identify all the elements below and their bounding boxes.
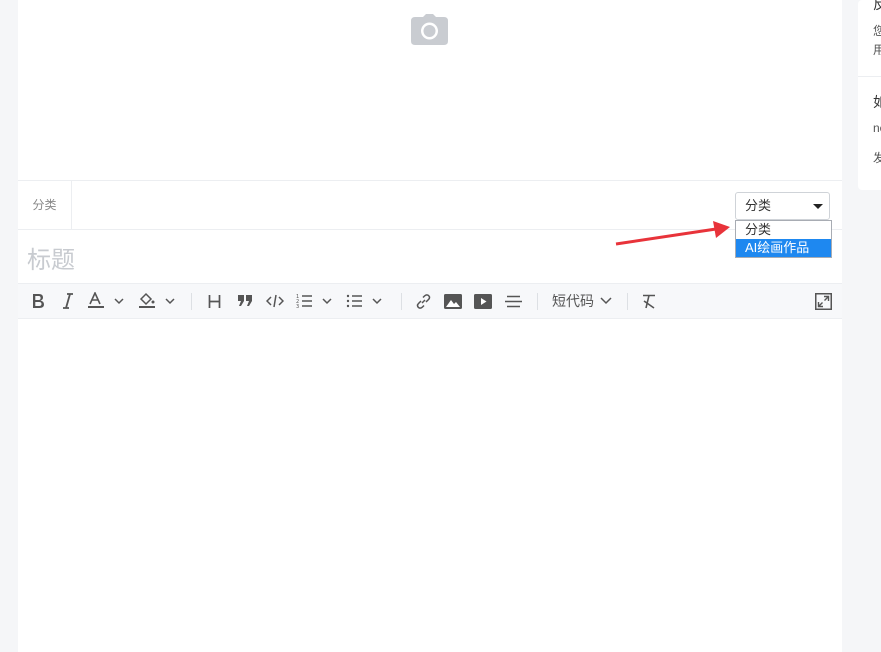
bold-button[interactable] — [28, 284, 48, 318]
divider-icon — [504, 295, 522, 307]
bold-icon — [33, 294, 44, 308]
italic-button[interactable] — [58, 284, 78, 318]
clear-format-button[interactable] — [638, 284, 660, 318]
toolbar-separator — [627, 293, 628, 310]
sidebar-divider — [858, 76, 881, 77]
code-icon — [266, 294, 284, 308]
editor-toolbar: 123 短代码 — [18, 283, 842, 319]
divider-button[interactable] — [502, 284, 524, 318]
ordered-list-icon: 123 — [296, 294, 332, 309]
camera-icon[interactable] — [411, 14, 448, 45]
fullscreen-button[interactable] — [812, 284, 834, 318]
toolbar-separator — [537, 293, 538, 310]
sidebar-section-title: 反 — [873, 0, 881, 12]
sidebar-section-text: 用 — [873, 43, 881, 57]
title-input[interactable]: 标题 — [27, 240, 75, 275]
sidebar-section-text: 您 — [873, 24, 881, 38]
ordered-list-button[interactable]: 123 — [296, 284, 336, 318]
chevron-down-icon — [600, 297, 612, 305]
svg-text:3: 3 — [296, 304, 299, 309]
paint-bucket-icon — [139, 292, 175, 308]
font-color-button[interactable] — [86, 284, 128, 318]
heading-button[interactable] — [204, 284, 224, 318]
quote-button[interactable] — [234, 284, 256, 318]
category-option[interactable]: 分类 — [736, 221, 831, 239]
shortcode-button[interactable]: 短代码 — [550, 284, 614, 318]
bullet-list-button[interactable] — [346, 284, 386, 318]
italic-icon — [63, 293, 73, 309]
toolbar-separator — [191, 293, 192, 310]
code-button[interactable] — [264, 284, 286, 318]
post-editor: 分类 分类 标题 123 短代码 — [18, 0, 842, 652]
clear-format-icon — [642, 294, 655, 309]
heading-icon — [208, 294, 220, 308]
fullscreen-icon — [814, 292, 832, 310]
cover-image-uploader[interactable] — [18, 0, 842, 180]
video-button[interactable] — [472, 284, 494, 318]
background-color-button[interactable] — [137, 284, 179, 318]
link-button[interactable] — [412, 284, 434, 318]
category-label: 分类 — [18, 181, 72, 229]
sidebar-section-title: 如 — [873, 94, 881, 110]
image-icon — [444, 293, 462, 309]
shortcode-label: 短代码 — [552, 293, 594, 309]
image-button[interactable] — [442, 284, 464, 318]
editor-content-area[interactable] — [18, 319, 842, 652]
category-select-value: 分类 — [745, 198, 772, 213]
font-color-icon — [88, 292, 124, 308]
category-select[interactable]: 分类 — [735, 192, 830, 220]
bullet-list-icon — [346, 294, 382, 308]
toolbar-separator — [401, 293, 402, 310]
category-dropdown-list: 分类 AI绘画作品 — [735, 220, 832, 258]
caret-down-icon — [813, 204, 823, 209]
sidebar-section-text: needs — [873, 121, 881, 135]
video-icon — [474, 293, 492, 309]
category-option-selected[interactable]: AI绘画作品 — [736, 239, 831, 257]
annotation-arrow — [615, 221, 730, 246]
sidebar-section-text: 发 — [873, 151, 881, 165]
link-icon — [416, 293, 430, 309]
right-sidebar-panel: 反 您 用 如 needs 发 — [858, 0, 881, 190]
quote-icon — [237, 295, 252, 306]
